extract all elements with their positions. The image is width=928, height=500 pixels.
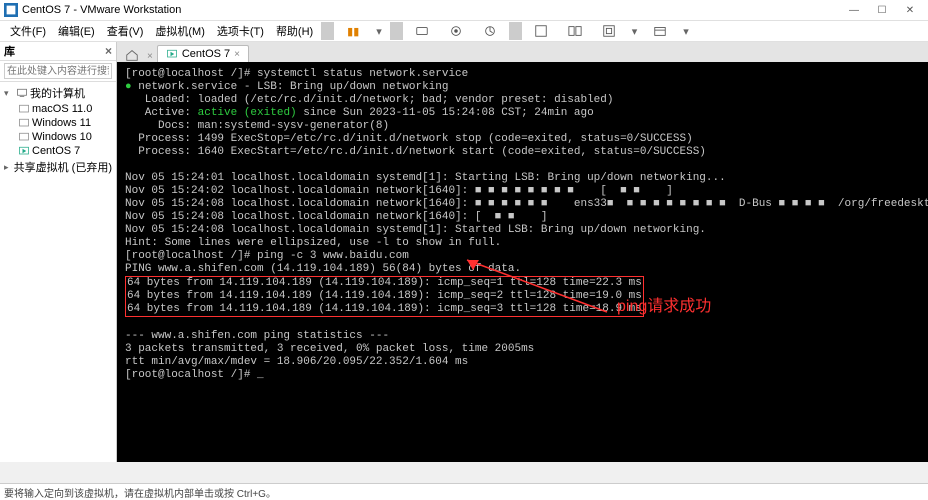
window-titlebar: CentOS 7 - VMware Workstation — ☐ ✕ (0, 0, 928, 21)
menu-vm[interactable]: 虚拟机(M) (149, 22, 211, 40)
menu-edit[interactable]: 编辑(E) (52, 22, 101, 40)
toolbar-snapshot-manager-button[interactable] (473, 22, 507, 40)
menu-bar: 文件(F) 编辑(E) 查看(V) 虚拟机(M) 选项卡(T) 帮助(H) ▮▮… (0, 21, 928, 42)
shared-icon (11, 161, 12, 173)
annotation-arrow (457, 252, 617, 322)
library-sidebar: 库 × ▾ 我的计算机 macOS 11.0 Windows 11 Window… (0, 42, 117, 462)
vmware-icon (4, 3, 18, 17)
vm-running-icon (18, 145, 30, 157)
vm-console-terminal[interactable]: [root@localhost /]# systemctl status net… (117, 62, 928, 462)
vm-running-icon (166, 48, 178, 60)
toolbar-unity-button[interactable] (558, 22, 592, 40)
toolbar-stretch-button[interactable] (592, 22, 626, 40)
vm-icon (18, 117, 30, 129)
window-minimize-button[interactable]: — (840, 1, 868, 19)
tree-vm-centos7[interactable]: CentOS 7 (0, 144, 116, 158)
status-text: 要将输入定向到该虚拟机，请在虚拟机内部单击或按 Ctrl+G。 (4, 485, 276, 500)
library-search-input[interactable] (4, 63, 112, 79)
vm-icon (18, 131, 30, 143)
tab-strip: × CentOS 7 × (117, 42, 928, 62)
home-tab-close[interactable]: × (143, 51, 157, 62)
window-title: CentOS 7 - VMware Workstation (22, 4, 181, 16)
tree-root-my-computer[interactable]: ▾ 我的计算机 (0, 84, 116, 102)
tree-vm-win11[interactable]: Windows 11 (0, 116, 116, 130)
status-bar: 要将输入定向到该虚拟机，请在虚拟机内部单击或按 Ctrl+G。 (0, 483, 928, 500)
sidebar-close-button[interactable]: × (105, 44, 112, 58)
toolbar-library-button[interactable] (643, 22, 677, 40)
toolbar-send-ctrl-alt-del-button[interactable] (405, 22, 439, 40)
menu-help[interactable]: 帮助(H) (270, 22, 319, 40)
home-tab-icon[interactable] (125, 48, 139, 62)
window-maximize-button[interactable]: ☐ (868, 1, 896, 19)
sidebar-header: 库 (4, 43, 15, 59)
tree-vm-macos[interactable]: macOS 11.0 (0, 102, 116, 116)
tree-vm-win10[interactable]: Windows 10 (0, 130, 116, 144)
annotation-text: ping请求成功 (617, 300, 711, 313)
menu-file[interactable]: 文件(F) (4, 22, 52, 40)
vm-tree: ▾ 我的计算机 macOS 11.0 Windows 11 Windows 10… (0, 82, 116, 462)
menu-view[interactable]: 查看(V) (101, 22, 150, 40)
computer-icon (16, 87, 28, 99)
toolbar-power-button[interactable]: ▮▮ (336, 22, 370, 40)
window-close-button[interactable]: ✕ (896, 1, 924, 19)
tab-centos7[interactable]: CentOS 7 × (157, 45, 249, 62)
toolbar-snapshot-button[interactable] (439, 22, 473, 40)
tab-close-button[interactable]: × (234, 49, 240, 60)
menu-tabs[interactable]: 选项卡(T) (211, 22, 270, 40)
tree-shared-vms[interactable]: ▸ 共享虚拟机 (已弃用) (0, 158, 116, 176)
vm-icon (18, 103, 30, 115)
toolbar-fullscreen-button[interactable] (524, 22, 558, 40)
